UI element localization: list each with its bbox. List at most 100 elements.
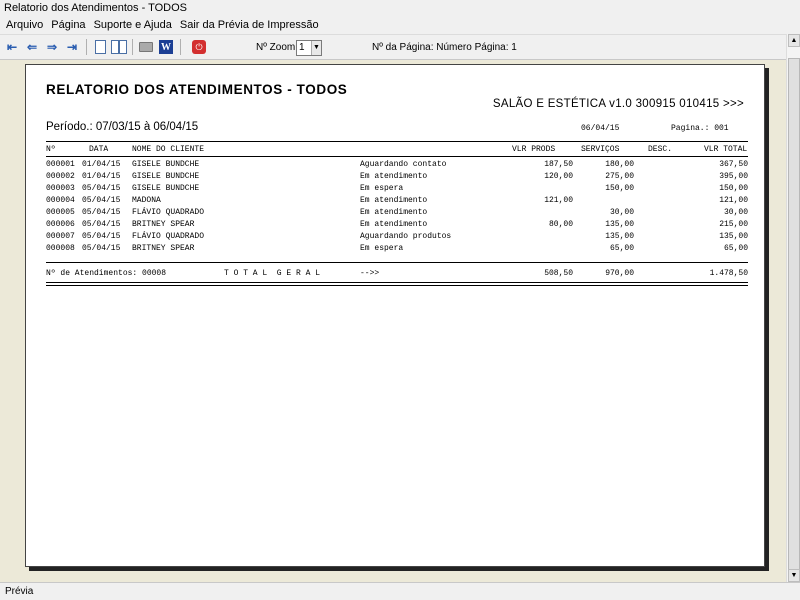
two-pages-icon[interactable] — [111, 39, 127, 55]
row-client: MADONA — [132, 196, 161, 205]
menu-suporte[interactable]: Suporte e Ajuda — [90, 16, 176, 34]
table-row: 000002 01/04/15 GISELE BUNDCHE Em atendimen… — [46, 172, 748, 184]
total-prods: 508,50 — [544, 269, 573, 278]
status-bar: Prévia — [0, 582, 800, 600]
prev-page-icon[interactable]: ⇐ — [24, 39, 40, 55]
report-title: RELATORIO DOS ATENDIMENTOS - TODOS — [46, 82, 348, 97]
page-number-info: Nº da Página: Número Página: 1 — [372, 42, 517, 53]
zoom-select[interactable]: 1 ▼ — [296, 40, 322, 56]
close-preview-icon[interactable]: ⏻ — [191, 39, 207, 55]
row-prods: 187,50 — [544, 160, 573, 169]
table-row: 000001 01/04/15 GISELE BUNDCHE Aguardando c… — [46, 160, 748, 172]
row-date: 05/04/15 — [82, 232, 121, 241]
last-page-icon[interactable]: ⇥ — [64, 39, 80, 55]
row-total: 30,00 — [723, 208, 748, 217]
row-status: Em atendimento — [360, 172, 428, 181]
preview-area: RELATORIO DOS ATENDIMENTOS - TODOS SALÃO… — [0, 60, 786, 582]
toolbar: ⇤ ⇐ ⇒ ⇥ W ⏻ Nº Zoom 1 ▼ Nº da Página: Nú… — [0, 34, 800, 60]
menu-arquivo[interactable]: Arquivo — [2, 16, 47, 34]
row-total: 150,00 — [719, 184, 748, 193]
single-page-icon[interactable] — [92, 39, 108, 55]
row-status: Em atendimento — [360, 220, 428, 229]
toolbar-separator — [180, 39, 181, 55]
col-desc: DESC. — [648, 145, 673, 154]
row-total: 367,50 — [719, 160, 748, 169]
row-client: FLÁVIO QUADRADO — [132, 232, 205, 241]
col-services: SERVIÇOS — [581, 145, 620, 154]
grand-total-arrow: -->> — [360, 269, 380, 278]
report-date: 06/04/15 — [581, 124, 620, 133]
row-services: 135,00 — [605, 232, 634, 241]
row-date: 01/04/15 — [82, 172, 121, 181]
toolbar-separator — [86, 39, 87, 55]
col-client: NOME DO CLIENTE — [132, 145, 205, 154]
col-date: DATA — [89, 145, 109, 154]
divider — [46, 285, 748, 286]
divider — [46, 141, 748, 142]
row-client: FLÁVIO QUADRADO — [132, 208, 205, 217]
row-prods: 120,00 — [544, 172, 573, 181]
totals-row: Nº de Atendimentos: 00008 T O T A L G E … — [46, 269, 748, 281]
next-page-icon[interactable]: ⇒ — [44, 39, 60, 55]
menu-bar: Arquivo Página Suporte e Ajuda Sair da P… — [0, 16, 800, 34]
table-row: 000008 05/04/15 BRITNEY SPEAR Em espera 65,0… — [46, 244, 748, 256]
table-row: 000007 05/04/15 FLÁVIO QUADRADO Aguardando … — [46, 232, 748, 244]
row-num: 000006 — [46, 220, 75, 229]
row-services: 150,00 — [605, 184, 634, 193]
toolbar-separator — [132, 39, 133, 55]
table-header: Nº DATA NOME DO CLIENTE VLR PRODS SERVIÇ… — [46, 145, 748, 155]
table-row: 000003 05/04/15 GISELE BUNDCHE Em espera 150… — [46, 184, 748, 196]
menu-sair-previa[interactable]: Sair da Prévia de Impressão — [176, 16, 323, 34]
menu-pagina[interactable]: Página — [47, 16, 89, 34]
row-date: 05/04/15 — [82, 208, 121, 217]
divider — [46, 262, 748, 263]
row-num: 000001 — [46, 160, 75, 169]
row-num: 000002 — [46, 172, 75, 181]
row-num: 000003 — [46, 184, 75, 193]
grand-total-label: T O T A L G E R A L — [224, 269, 321, 278]
scroll-up-icon[interactable]: ▲ — [788, 34, 800, 47]
row-client: BRITNEY SPEAR — [132, 220, 195, 229]
row-client: BRITNEY SPEAR — [132, 244, 195, 253]
row-total: 395,00 — [719, 172, 748, 181]
col-num: Nº — [46, 145, 56, 154]
row-client: GISELE BUNDCHE — [132, 160, 200, 169]
table-row: 000004 05/04/15 MADONA Em atendimento 121,00… — [46, 196, 748, 208]
row-num: 000008 — [46, 244, 75, 253]
vertical-scrollbar[interactable]: ▲ ▼ — [786, 34, 800, 588]
row-date: 05/04/15 — [82, 244, 121, 253]
total-services: 970,00 — [605, 269, 634, 278]
row-total: 65,00 — [723, 244, 748, 253]
zoom-label: Nº Zoom — [256, 42, 296, 53]
total-value: 1.478,50 — [709, 269, 748, 278]
total-count: Nº de Atendimentos: 00008 — [46, 269, 167, 278]
row-prods: 121,00 — [544, 196, 573, 205]
row-services: 65,00 — [609, 244, 634, 253]
table-row: 000005 05/04/15 FLÁVIO QUADRADO Em atendime… — [46, 208, 748, 220]
row-status: Aguardando produtos — [360, 232, 452, 241]
row-client: GISELE BUNDCHE — [132, 184, 200, 193]
row-total: 135,00 — [719, 232, 748, 241]
scrollbar-thumb[interactable] — [788, 58, 800, 588]
row-status: Aguardando contato — [360, 160, 447, 169]
chevron-down-icon[interactable]: ▼ — [311, 41, 321, 55]
row-services: 275,00 — [605, 172, 634, 181]
table-row: 000006 05/04/15 BRITNEY SPEAR Em atendiment… — [46, 220, 748, 232]
divider — [46, 156, 748, 157]
scroll-down-icon[interactable]: ▼ — [788, 569, 800, 582]
window-title: Relatorio dos Atendimentos - TODOS — [0, 0, 800, 16]
row-prods: 80,00 — [548, 220, 573, 229]
row-num: 000004 — [46, 196, 75, 205]
report-page: RELATORIO DOS ATENDIMENTOS - TODOS SALÃO… — [25, 64, 765, 567]
print-icon[interactable] — [138, 39, 154, 55]
col-prods: VLR PRODS — [512, 145, 556, 154]
first-page-icon[interactable]: ⇤ — [4, 39, 20, 55]
row-total: 215,00 — [719, 220, 748, 229]
row-status: Em atendimento — [360, 208, 428, 217]
col-total: VLR TOTAL — [704, 145, 748, 154]
row-status: Em atendimento — [360, 196, 428, 205]
row-num: 000007 — [46, 232, 75, 241]
row-date: 01/04/15 — [82, 160, 121, 169]
word-export-icon[interactable]: W — [158, 39, 174, 55]
row-client: GISELE BUNDCHE — [132, 172, 200, 181]
